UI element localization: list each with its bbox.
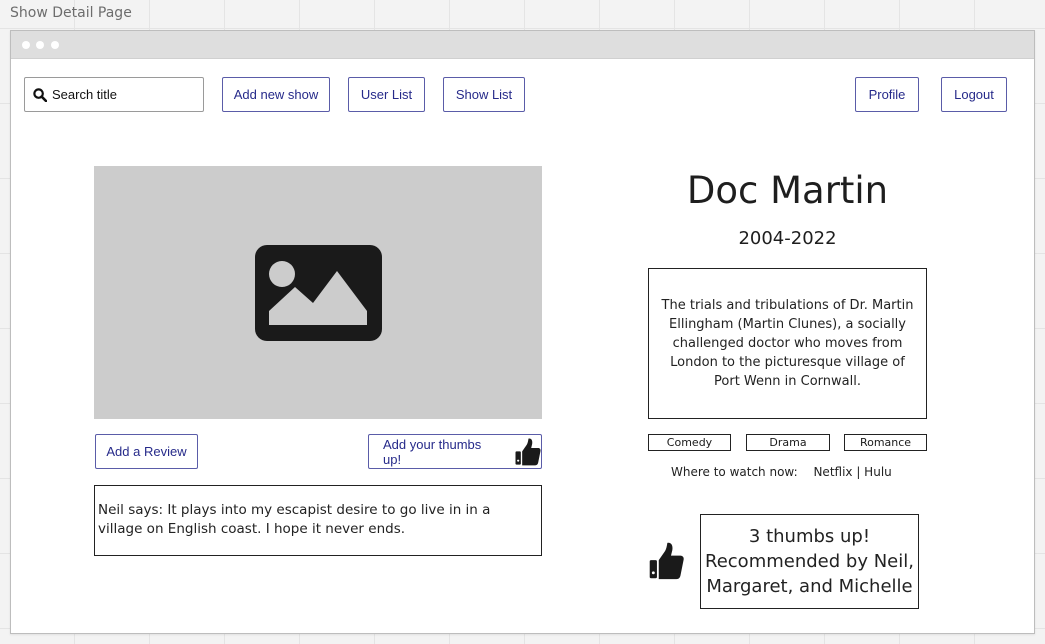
show-poster-placeholder [94, 166, 542, 419]
search-input[interactable] [52, 87, 182, 102]
genre-tag-comedy[interactable]: Comedy [648, 434, 731, 451]
profile-button[interactable]: Profile [855, 77, 919, 112]
window-dot [22, 41, 30, 49]
recommended-by-names: Margaret, and Michelle [706, 576, 913, 597]
window-titlebar [11, 31, 1034, 59]
show-title: Doc Martin [686, 169, 889, 212]
add-thumbs-up-button[interactable]: Add your thumbs up! [368, 434, 542, 469]
thumbs-up-icon [514, 438, 541, 466]
search-icon [33, 87, 47, 102]
where-to-watch-label: Where to watch now: [671, 465, 798, 479]
where-to-watch-value: Netflix | Hulu [813, 465, 892, 479]
add-review-button[interactable]: Add a Review [95, 434, 198, 469]
window-dot [36, 41, 44, 49]
show-years: 2004-2022 [738, 228, 837, 249]
show-description: The trials and tribulations of Dr. Marti… [648, 268, 927, 419]
logout-button[interactable]: Logout [941, 77, 1007, 112]
recommended-by-line: Recommended by Neil, [705, 551, 914, 572]
recommendation-box: 3 thumbs up! Recommended by Neil, Margar… [700, 514, 919, 609]
image-icon [254, 244, 382, 341]
thumbs-up-icon [647, 542, 685, 580]
where-to-watch: Where to watch now: Netflix | Hulu [671, 465, 892, 479]
genre-tag-romance[interactable]: Romance [844, 434, 927, 451]
genre-tag-drama[interactable]: Drama [746, 434, 830, 451]
user-list-button[interactable]: User List [348, 77, 425, 112]
show-description-text: The trials and tribulations of Dr. Marti… [661, 298, 914, 389]
board-title: Show Detail Page [10, 5, 132, 21]
add-thumbs-up-label: Add your thumbs up! [383, 436, 482, 467]
window-dot [51, 41, 59, 49]
browser-window: Add new show User List Show List Profile… [10, 30, 1035, 634]
review-text-box: Neil says: It plays into my escapist des… [94, 485, 542, 556]
thumbs-count: 3 thumbs up! [748, 526, 871, 547]
add-new-show-button[interactable]: Add new show [222, 77, 330, 112]
show-list-button[interactable]: Show List [443, 77, 525, 112]
search-bar[interactable] [24, 77, 204, 112]
